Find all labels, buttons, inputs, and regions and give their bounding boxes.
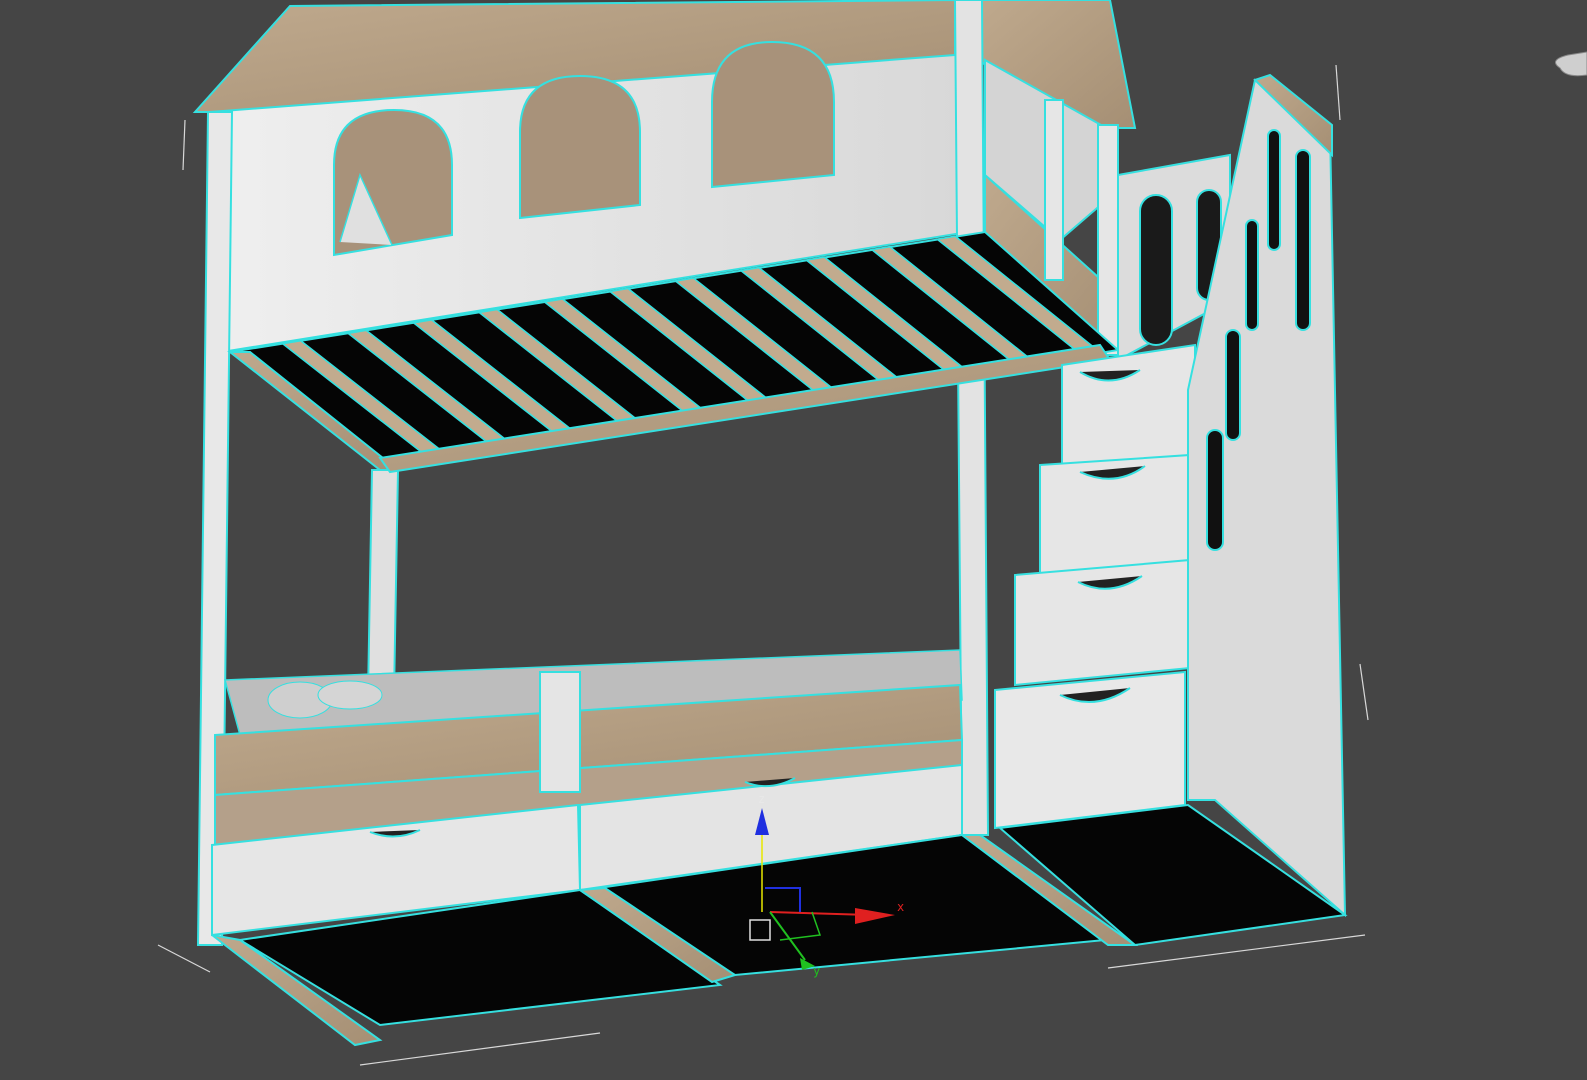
viewcube-icon[interactable] [1555,51,1587,77]
3d-viewport[interactable]: x y z [0,0,1587,1080]
gizmo-y-label: y [813,964,820,978]
gizmo-x-label: x [897,900,904,914]
gizmo-z-label: z [758,792,765,806]
window-arch-3 [711,40,835,189]
bunk-bed-model[interactable]: x y z [0,0,1587,1080]
window-arch-2 [519,74,641,220]
